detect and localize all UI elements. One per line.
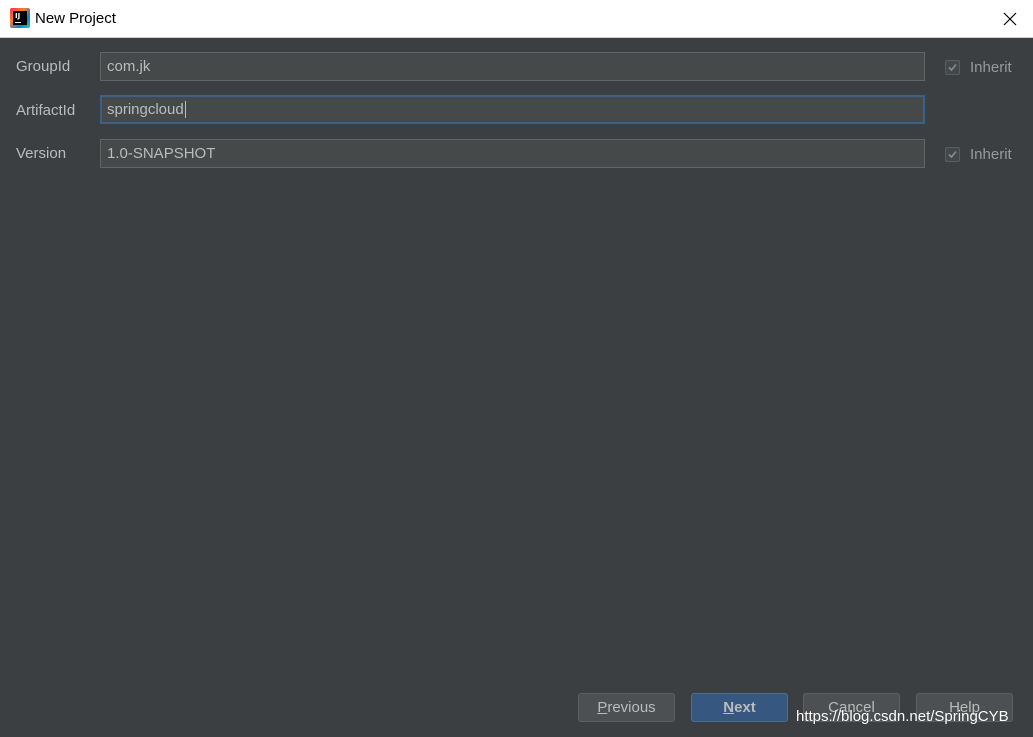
next-mnemonic: N: [723, 699, 735, 716]
previous-mnemonic: P: [597, 699, 608, 716]
artifact-id-value: springcloud: [107, 101, 184, 118]
close-icon: [1003, 12, 1017, 26]
group-id-label: GroupId: [16, 58, 71, 75]
next-label: ext: [734, 699, 756, 716]
previous-label: revious: [607, 699, 656, 716]
group-id-input[interactable]: com.jk: [100, 52, 925, 81]
version-inherit-label: Inherit: [970, 146, 1012, 163]
group-id-inherit-checkbox[interactable]: [945, 60, 960, 75]
group-id-inherit-label: Inherit: [970, 59, 1012, 76]
next-button[interactable]: Next: [691, 693, 788, 722]
previous-button[interactable]: Previous: [578, 693, 675, 722]
version-inherit-checkbox[interactable]: [945, 147, 960, 162]
checkmark-icon: [948, 150, 957, 159]
watermark-text: https://blog.csdn.net/SpringCYB: [796, 708, 1009, 725]
new-project-dialog: IJ New Project GroupId com.jk Inherit Ar…: [0, 0, 1033, 737]
artifact-id-label: ArtifactId: [16, 102, 76, 119]
title-bar[interactable]: IJ New Project: [0, 0, 1033, 38]
version-input[interactable]: 1.0-SNAPSHOT: [100, 139, 925, 168]
version-label: Version: [16, 145, 67, 162]
text-caret: [184, 100, 186, 118]
artifact-id-input[interactable]: springcloud: [100, 95, 925, 124]
close-button[interactable]: [987, 0, 1033, 37]
window-title: New Project: [35, 10, 116, 27]
intellij-idea-icon: IJ: [10, 8, 30, 28]
checkmark-icon: [948, 63, 957, 72]
